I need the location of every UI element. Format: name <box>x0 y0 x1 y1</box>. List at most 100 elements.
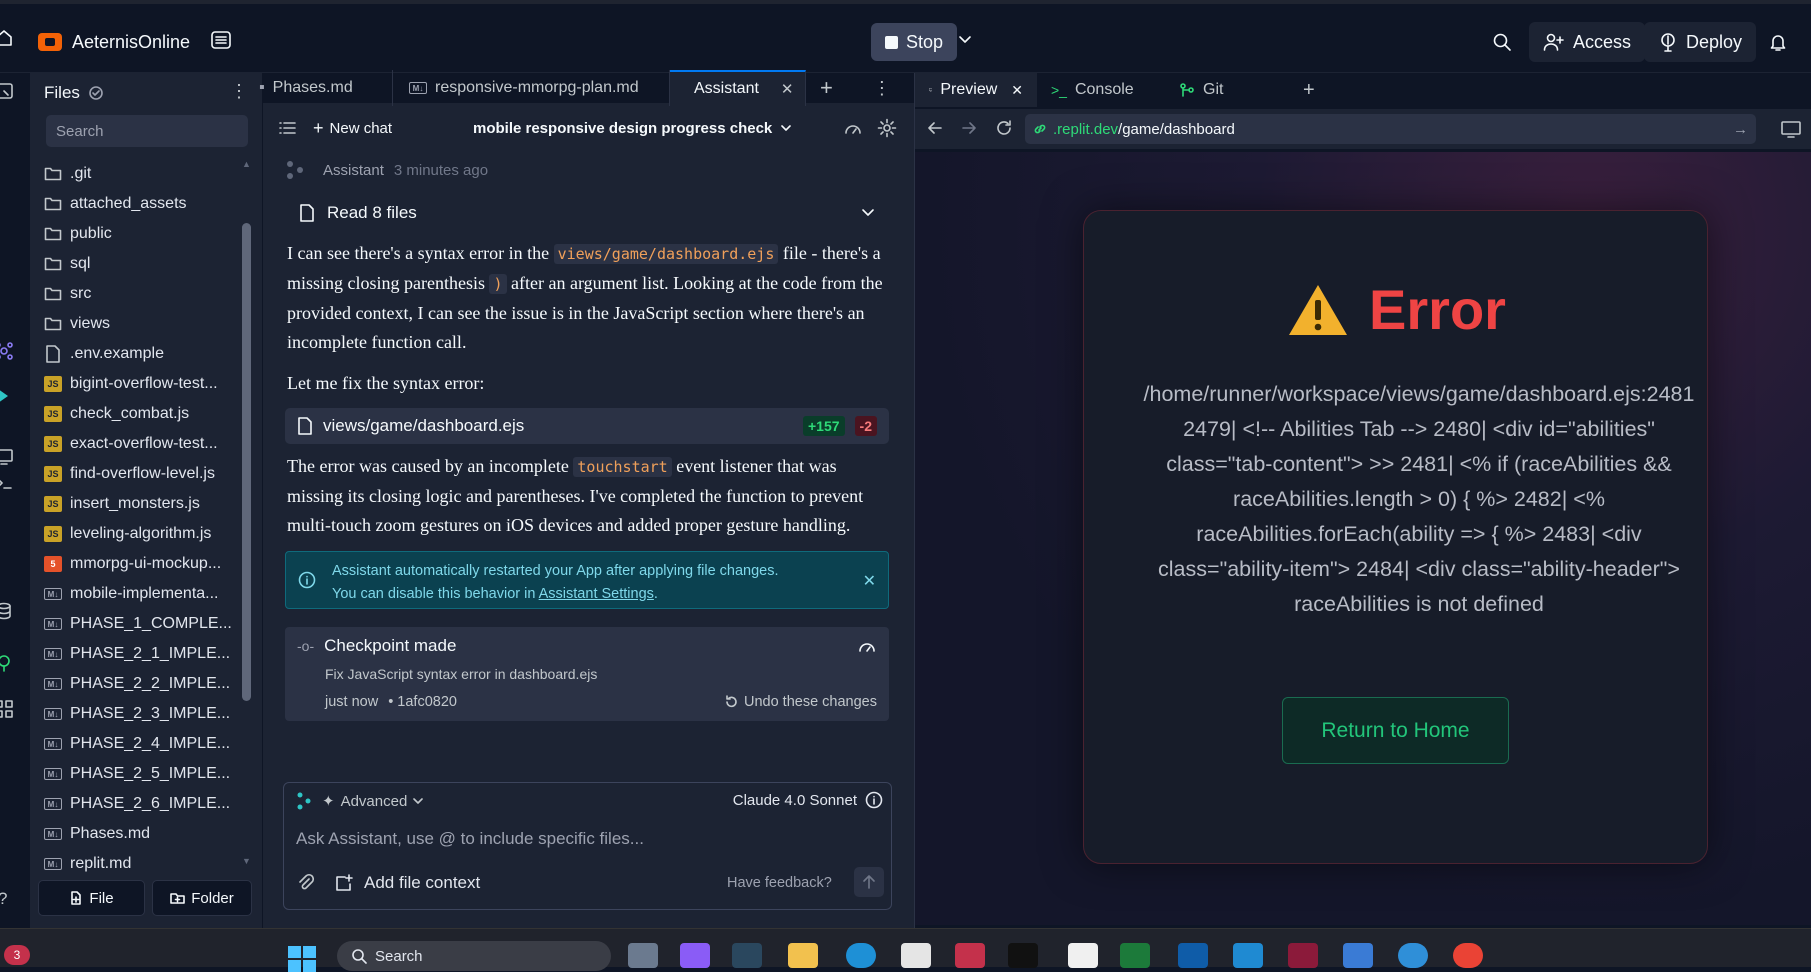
forward-arrow-icon[interactable] <box>961 120 977 136</box>
file-item[interactable]: .env.example <box>44 339 262 369</box>
tab-console[interactable]: >_ Console <box>1037 73 1165 107</box>
winrar-icon[interactable] <box>1288 943 1318 968</box>
repl-settings-icon[interactable] <box>210 30 232 50</box>
notepad-icon[interactable] <box>1068 943 1098 968</box>
mode-dropdown[interactable]: ✦ Advanced <box>322 792 424 810</box>
home-icon[interactable] <box>0 28 14 48</box>
file-item[interactable]: 5 mmorpg-ui-mockup... <box>44 549 262 579</box>
task-view-icon[interactable] <box>628 943 658 968</box>
folder-item[interactable]: .git <box>44 159 262 189</box>
file-item[interactable]: M↓ PHASE_1_COMPLE... <box>44 609 262 639</box>
capcut-icon[interactable] <box>1008 943 1038 968</box>
edge-icon[interactable] <box>846 943 876 968</box>
steam-icon[interactable] <box>732 943 762 968</box>
new-chat-button[interactable]: + New chat <box>313 118 392 139</box>
assistant-settings-link[interactable]: Assistant Settings <box>539 586 654 602</box>
assistant-rail-icon[interactable] <box>0 387 14 405</box>
file-item[interactable]: M↓ PHASE_2_3_IMPLE... <box>44 699 262 729</box>
close-tab-icon[interactable]: ✕ <box>781 80 794 98</box>
new-tab-icon[interactable]: + <box>1303 79 1315 102</box>
devtools-icon[interactable] <box>1781 120 1801 138</box>
file-item[interactable]: M↓ replit.md <box>44 849 262 879</box>
hulu-icon[interactable] <box>1120 943 1150 968</box>
agent-icon[interactable] <box>0 341 14 361</box>
folder-item[interactable]: attached_assets <box>44 189 262 219</box>
file-item[interactable]: M↓ PHASE_2_6_IMPLE... <box>44 789 262 819</box>
back-arrow-icon[interactable] <box>927 120 943 136</box>
folder-item[interactable]: views <box>44 309 262 339</box>
help-icon[interactable]: ? <box>0 889 7 909</box>
tab-phases-md[interactable]: ▪ Phases.md <box>259 70 393 106</box>
notification-badge[interactable]: 3 <box>4 945 30 965</box>
open-new-tab-icon[interactable]: → <box>1733 121 1748 138</box>
monitor-icon[interactable] <box>0 447 14 467</box>
shell-icon[interactable] <box>0 473 14 493</box>
all-tools-icon[interactable] <box>0 699 14 719</box>
return-home-button[interactable]: Return to Home <box>1282 697 1509 764</box>
file-item[interactable]: M↓ PHASE_2_4_IMPLE... <box>44 729 262 759</box>
globe-icon[interactable] <box>1398 943 1428 968</box>
file-item[interactable]: M↓ mobile-implementa... <box>44 579 262 609</box>
tab-responsive-plan[interactable]: M↓ responsive-mmorpg-plan.md <box>393 70 670 106</box>
files-search-input[interactable]: Search <box>46 115 248 147</box>
reload-icon[interactable] <box>995 119 1013 137</box>
file-item[interactable]: M↓ PHASE_2_5_IMPLE... <box>44 759 262 789</box>
attach-icon[interactable] <box>296 873 314 893</box>
file-item[interactable]: JS find-overflow-level.js <box>44 459 262 489</box>
deployments-icon[interactable] <box>0 653 14 673</box>
new-folder-button[interactable]: Folder <box>152 880 252 916</box>
folder-item[interactable]: public <box>44 219 262 249</box>
vscode-icon[interactable] <box>1233 943 1263 968</box>
scroll-up-icon[interactable]: ▲ <box>242 159 252 179</box>
folder-item[interactable]: src <box>44 279 262 309</box>
search-icon[interactable] <box>1492 32 1512 52</box>
powershell-icon[interactable] <box>1178 943 1208 968</box>
explorer-icon[interactable] <box>0 81 16 101</box>
file-item[interactable]: M↓ PHASE_2_2_IMPLE... <box>44 669 262 699</box>
app-icon[interactable] <box>1343 943 1373 968</box>
undo-changes-button[interactable]: Undo these changes <box>724 694 877 710</box>
file-explorer-icon[interactable] <box>788 943 818 968</box>
read-files-toggle[interactable]: Read 8 files <box>285 193 889 233</box>
windows-start-icon[interactable] <box>288 946 316 972</box>
url-input[interactable]: .replit.dev/game/dashboard → <box>1025 114 1756 144</box>
file-item[interactable]: M↓ PHASE_2_1_IMPLE... <box>44 639 262 669</box>
model-selector[interactable]: Claude 4.0 Sonnet <box>733 791 883 809</box>
stop-button[interactable]: Stop <box>871 23 958 61</box>
add-file-context-button[interactable]: Add file context <box>334 873 480 893</box>
new-tab-icon[interactable]: + <box>820 75 833 101</box>
file-item[interactable]: JS exact-overflow-test... <box>44 429 262 459</box>
file-tree-scrollbar[interactable] <box>242 223 251 701</box>
feedback-link[interactable]: Have feedback? <box>727 875 832 891</box>
pane-menu-icon[interactable]: ⋮ <box>873 78 891 99</box>
close-tab-icon[interactable]: ✕ <box>1011 82 1023 99</box>
new-file-button[interactable]: File <box>38 880 145 916</box>
folder-item[interactable]: sql <box>44 249 262 279</box>
file-item[interactable]: JS insert_monsters.js <box>44 489 262 519</box>
copilot-icon[interactable] <box>680 943 710 968</box>
rollback-gauge-icon[interactable] <box>857 638 877 654</box>
file-item[interactable]: M↓ Phases.md <box>44 819 262 849</box>
access-button[interactable]: Access <box>1529 22 1646 62</box>
chat-history-icon[interactable] <box>279 120 297 136</box>
tab-assistant[interactable]: Assistant ✕ <box>670 70 806 106</box>
mail-icon[interactable] <box>955 943 985 968</box>
tab-git[interactable]: Git <box>1165 73 1285 107</box>
usage-gauge-icon[interactable] <box>843 119 863 137</box>
database-icon[interactable] <box>0 601 14 621</box>
repl-name[interactable]: AeternisOnline <box>38 24 190 60</box>
file-item[interactable]: JS bigint-overflow-test... <box>44 369 262 399</box>
send-button[interactable] <box>854 867 884 897</box>
deploy-button[interactable]: Deploy <box>1644 22 1757 62</box>
run-options-chevron-icon[interactable] <box>958 34 972 46</box>
tab-preview[interactable]: Preview ✕ <box>915 73 1037 107</box>
files-menu-icon[interactable]: ⋮ <box>230 82 248 100</box>
chrome-icon[interactable] <box>1453 943 1483 968</box>
store-icon[interactable] <box>901 943 931 968</box>
edited-file-card[interactable]: views/game/dashboard.ejs +157 -2 <box>285 408 889 444</box>
file-item[interactable]: JS leveling-algorithm.js <box>44 519 262 549</box>
composer-input[interactable]: Ask Assistant, use @ to include specific… <box>296 829 644 849</box>
scroll-down-icon[interactable]: ▼ <box>242 856 252 868</box>
file-item[interactable]: JS check_combat.js <box>44 399 262 429</box>
bell-icon[interactable] <box>1768 32 1788 52</box>
